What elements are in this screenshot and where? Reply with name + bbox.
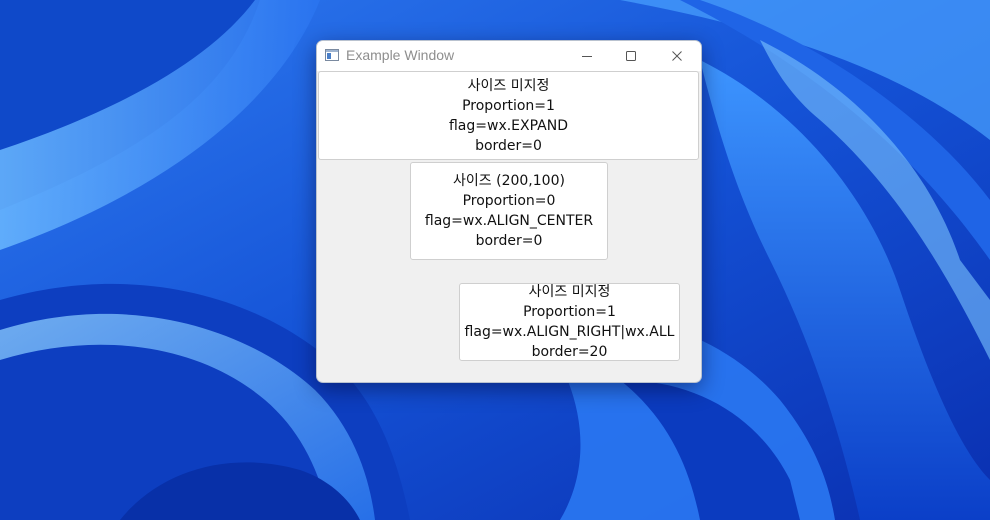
panel-align-right: 사이즈 미지정 Proportion=1 flag=wx.ALIGN_RIGHT… bbox=[459, 283, 680, 361]
panel-line: border=0 bbox=[475, 233, 543, 249]
panel-align-center: 사이즈 (200,100) Proportion=0 flag=wx.ALIGN… bbox=[410, 162, 608, 260]
panel-line: border=0 bbox=[475, 137, 542, 154]
close-button[interactable] bbox=[655, 41, 699, 71]
panel-line: 사이즈 (200,100) bbox=[453, 173, 565, 189]
maximize-icon bbox=[626, 51, 636, 61]
panel-line: 사이즈 미지정 bbox=[467, 77, 550, 94]
panel-expand: 사이즈 미지정 Proportion=1 flag=wx.EXPAND bord… bbox=[318, 71, 699, 160]
maximize-button[interactable] bbox=[609, 41, 653, 71]
window-title: Example Window bbox=[346, 47, 455, 63]
example-window: Example Window 사이즈 미지정 Proportion=1 flag… bbox=[316, 40, 702, 383]
app-window-icon bbox=[325, 49, 339, 61]
panel-line: flag=wx.ALIGN_RIGHT|wx.ALL bbox=[464, 324, 675, 340]
panel-line: border=20 bbox=[531, 344, 608, 360]
title-bar[interactable]: Example Window bbox=[317, 41, 701, 71]
panel-line: 사이즈 미지정 bbox=[528, 284, 611, 300]
panel-line: flag=wx.ALIGN_CENTER bbox=[424, 213, 594, 229]
minimize-button[interactable] bbox=[565, 41, 609, 71]
panel-line: Proportion=1 bbox=[462, 97, 555, 114]
panel-line: Proportion=0 bbox=[462, 193, 556, 209]
minimize-icon bbox=[582, 56, 592, 57]
panel-line: Proportion=1 bbox=[523, 304, 616, 320]
close-icon bbox=[672, 51, 682, 61]
panel-line: flag=wx.EXPAND bbox=[448, 117, 568, 134]
desktop: Example Window 사이즈 미지정 Proportion=1 flag… bbox=[0, 0, 990, 520]
